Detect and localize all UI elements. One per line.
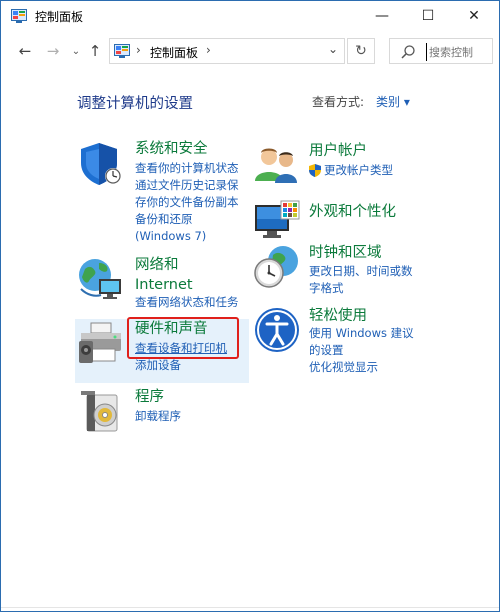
breadcrumb-chevron-icon[interactable]: › <box>206 43 211 57</box>
category-ease-of-access: 轻松使用 使用 Windows 建议 的设置 优化视觉显示 <box>253 306 493 376</box>
control-panel-window: 控制面板 — ☐ ✕ ← → ⌄ ↑ › 控制面板 › ⌄ ↻ 搜索控制 调整计… <box>0 0 500 612</box>
window-title: 控制面板 <box>35 10 84 24</box>
link-backup-restore-win7[interactable]: (Windows 7) <box>135 228 206 245</box>
category-title-internet[interactable]: Internet <box>135 275 193 295</box>
link-backup-restore[interactable]: 备份和还原 <box>135 211 193 228</box>
shield-icon[interactable] <box>77 139 125 187</box>
category-title-programs[interactable]: 程序 <box>135 387 164 407</box>
network-globe-icon[interactable] <box>77 255 125 303</box>
control-panel-icon <box>114 44 130 58</box>
category-title-ease-of-access[interactable]: 轻松使用 <box>309 306 367 326</box>
address-bar[interactable]: › 控制面板 › ⌄ <box>109 38 345 64</box>
close-button[interactable]: ✕ <box>451 1 497 31</box>
page-title: 调整计算机的设置 <box>77 96 193 112</box>
search-icon <box>401 45 415 59</box>
search-input[interactable] <box>426 43 490 61</box>
category-title-system-security[interactable]: 系统和安全 <box>135 139 208 159</box>
ease-of-access-icon[interactable] <box>253 306 301 354</box>
minimize-button[interactable]: — <box>359 1 405 31</box>
maximize-button[interactable]: ☐ <box>405 1 451 31</box>
forward-button[interactable]: → <box>43 40 63 62</box>
category-user-accounts: 用户帐户 更改帐户类型 <box>253 141 493 189</box>
recent-locations-button[interactable]: ⌄ <box>66 40 86 62</box>
window-bottom-divider <box>1 607 499 608</box>
category-title-user-accounts[interactable]: 用户帐户 <box>309 141 367 161</box>
category-title-network[interactable]: 网络和 <box>135 255 179 275</box>
breadcrumb-control-panel[interactable]: 控制面板 <box>150 44 198 61</box>
uac-shield-icon <box>309 164 321 177</box>
clock-globe-icon[interactable] <box>253 243 301 291</box>
navigation-bar: ← → ⌄ ↑ › 控制面板 › ⌄ ↻ <box>1 33 499 69</box>
monitor-palette-icon[interactable] <box>253 197 301 245</box>
category-title-appearance[interactable]: 外观和个性化 <box>309 202 396 222</box>
link-add-device[interactable]: 添加设备 <box>135 357 181 374</box>
link-file-history-1[interactable]: 通过文件历史记录保 <box>135 177 239 194</box>
link-network-status[interactable]: 查看网络状态和任务 <box>135 294 239 311</box>
link-optimize-visual-display[interactable]: 优化视觉显示 <box>309 359 378 376</box>
link-view-computer-status[interactable]: 查看你的计算机状态 <box>135 160 239 177</box>
up-button[interactable]: ↑ <box>85 40 105 62</box>
view-by-label: 查看方式: <box>312 95 365 109</box>
back-button[interactable]: ← <box>15 40 35 62</box>
programs-disc-icon[interactable] <box>77 387 125 435</box>
category-clock-region: 时钟和区域 更改日期、时间或数 字格式 <box>253 243 493 305</box>
category-system-security: 系统和安全 查看你的计算机状态 通过文件历史记录保 存你的文件备份副本 备份和还… <box>77 139 247 249</box>
refresh-button[interactable]: ↻ <box>347 38 375 64</box>
link-windows-suggested-2[interactable]: 的设置 <box>309 342 344 359</box>
link-windows-suggested-1[interactable]: 使用 Windows 建议 <box>309 325 414 342</box>
link-uninstall-program[interactable]: 卸载程序 <box>135 408 181 425</box>
category-title-clock-region[interactable]: 时钟和区域 <box>309 243 382 263</box>
category-appearance: 外观和个性化 <box>253 197 493 245</box>
highlight-annotation-box <box>127 317 239 359</box>
address-dropdown-icon[interactable]: ⌄ <box>328 42 338 56</box>
link-change-date-time-1[interactable]: 更改日期、时间或数 <box>309 263 413 280</box>
printer-icon[interactable] <box>77 319 125 367</box>
link-change-date-time-2[interactable]: 字格式 <box>309 280 344 297</box>
title-bar: 控制面板 — ☐ ✕ <box>1 1 499 31</box>
category-network-internet: 网络和 Internet 查看网络状态和任务 <box>77 255 247 315</box>
control-panel-icon <box>11 9 27 23</box>
breadcrumb-chevron-icon[interactable]: › <box>136 43 141 57</box>
category-programs: 程序 卸载程序 <box>77 387 247 437</box>
link-file-history-2[interactable]: 存你的文件备份副本 <box>135 194 239 211</box>
users-icon[interactable] <box>253 141 301 189</box>
view-by-dropdown[interactable]: 类别 ▾ <box>376 93 410 110</box>
link-change-account-type[interactable]: 更改帐户类型 <box>324 162 393 179</box>
search-box[interactable] <box>389 38 493 64</box>
